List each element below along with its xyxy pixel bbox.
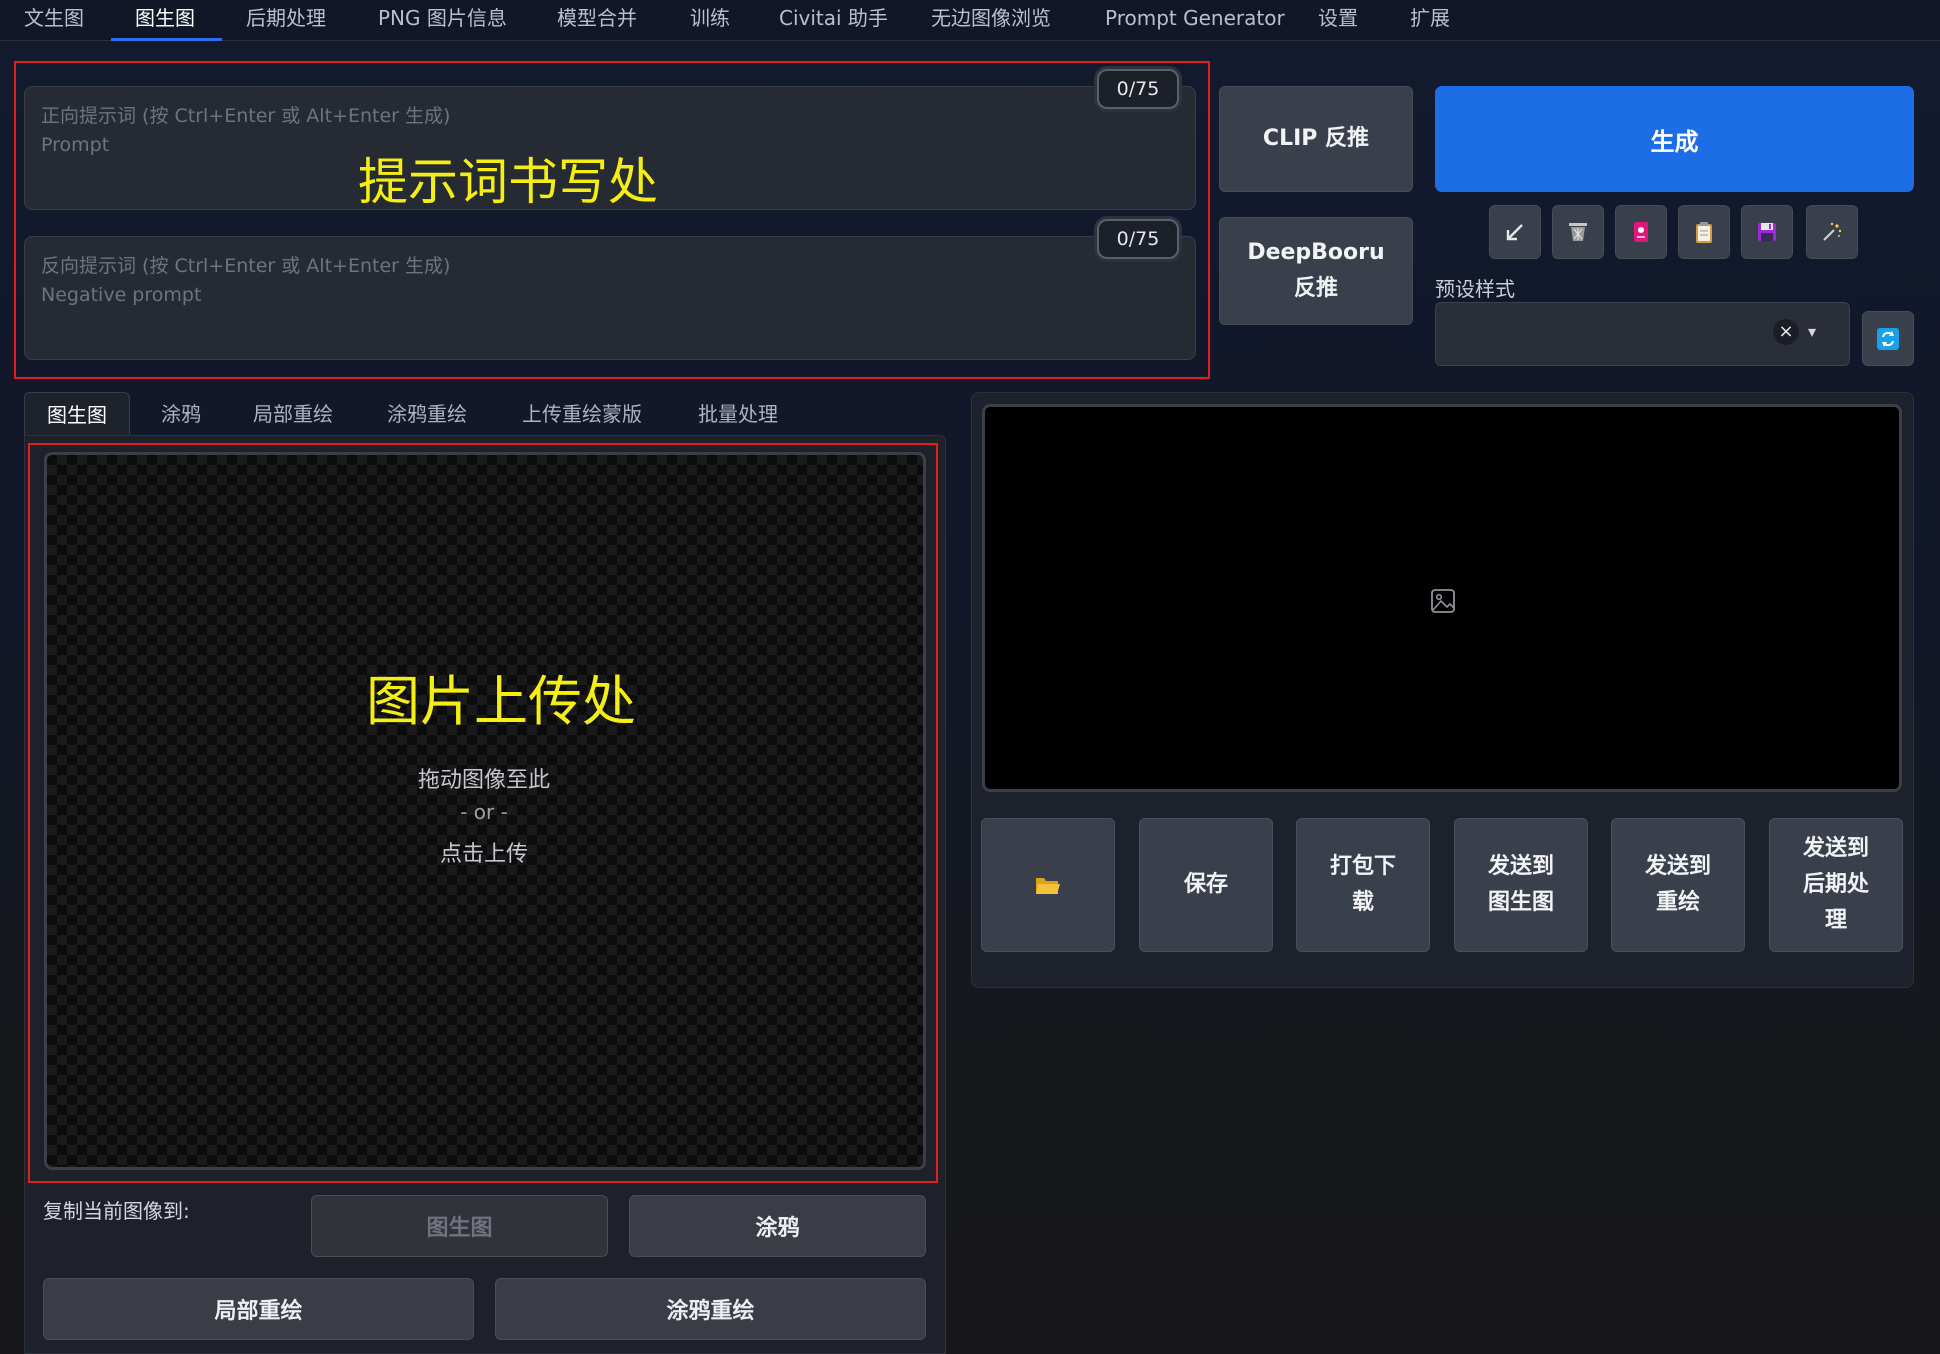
negative-prompt-placeholder-en: Negative prompt <box>41 284 202 306</box>
tab-settings[interactable]: 设置 <box>1318 0 1358 38</box>
save-style-button[interactable] <box>1741 205 1793 259</box>
negative-prompt-input[interactable]: 反向提示词 (按 Ctrl+Enter 或 Alt+Enter 生成) Nega… <box>24 236 1196 360</box>
subtab-inpaint-upload[interactable]: 上传重绘蒙版 <box>522 392 642 436</box>
negative-token-counter: 0/75 <box>1097 219 1179 259</box>
save-button[interactable]: 保存 <box>1139 818 1273 952</box>
send-extras-line3: 理 <box>1824 908 1847 933</box>
clip-interrogate-label: CLIP 反推 <box>1262 126 1370 151</box>
arrow-icon <box>1506 224 1523 241</box>
apply-style-button[interactable] <box>1678 205 1730 259</box>
send-extras-line1: 发送到 <box>1802 836 1869 861</box>
zip-download-button[interactable]: 打包下 载 <box>1296 818 1430 952</box>
upload-drag-text: 拖动图像至此 <box>417 768 550 793</box>
deepbooru-label-line2: 反推 <box>1293 276 1338 301</box>
copy-to-sketch-button[interactable]: 涂鸦 <box>629 1195 926 1257</box>
tab-prompt-generator[interactable]: Prompt Generator <box>1105 0 1285 38</box>
tab-txt2img[interactable]: 文生图 <box>24 0 84 38</box>
tab-model-merge[interactable]: 模型合并 <box>557 0 637 38</box>
tab-extensions[interactable]: 扩展 <box>1410 0 1450 38</box>
top-nav: 文生图 图生图 后期处理 PNG 图片信息 模型合并 训练 Civitai 助手… <box>0 0 1940 41</box>
tab-png-info[interactable]: PNG 图片信息 <box>378 0 507 38</box>
send-inpaint-line1: 发送到 <box>1644 854 1711 879</box>
clear-prompt-button[interactable] <box>1552 205 1604 259</box>
subtab-batch[interactable]: 批量处理 <box>698 392 778 436</box>
card-icon <box>1634 222 1648 242</box>
trash-icon <box>1569 223 1587 241</box>
upload-click-text: 点击上传 <box>439 842 528 867</box>
output-gallery[interactable] <box>982 404 1902 792</box>
tab-civitai-helper[interactable]: Civitai 助手 <box>779 0 888 38</box>
image-placeholder-icon <box>1431 589 1455 613</box>
styles-label: 预设样式 <box>1435 277 1515 301</box>
copy-to-img2img-button[interactable]: 图生图 <box>311 1195 608 1257</box>
refresh-styles-button[interactable] <box>1862 311 1914 366</box>
copy-to-img2img-label: 图生图 <box>426 1216 493 1241</box>
copy-to-inpaint-label: 局部重绘 <box>214 1299 303 1324</box>
copy-to-label: 复制当前图像到: <box>43 1199 190 1223</box>
copy-to-inpaint-sketch-button[interactable]: 涂鸦重绘 <box>495 1278 926 1340</box>
generate-button[interactable]: 生成 <box>1435 86 1914 192</box>
img2img-mode-tabs: 图生图 涂鸦 局部重绘 涂鸦重绘 上传重绘蒙版 批量处理 <box>24 392 946 436</box>
zip-label-line2: 载 <box>1351 890 1374 915</box>
zip-label-line1: 打包下 <box>1329 854 1396 879</box>
positive-token-counter: 0/75 <box>1097 69 1179 109</box>
extra-networks-button[interactable] <box>1615 205 1667 259</box>
send-img2img-line1: 发送到 <box>1487 854 1554 879</box>
send-inpaint-line2: 重绘 <box>1655 890 1700 915</box>
send-to-extras-button[interactable]: 发送到 后期处 理 <box>1769 818 1903 952</box>
generate-label: 生成 <box>1650 127 1699 156</box>
upload-annotation: 图片上传处 <box>366 670 636 733</box>
active-tab-indicator <box>111 38 222 41</box>
clip-interrogate-button[interactable]: CLIP 反推 <box>1219 86 1413 192</box>
send-img2img-line2: 图生图 <box>1487 890 1554 915</box>
deepbooru-label-line1: DeepBooru <box>1247 240 1385 265</box>
save-icon <box>1758 223 1776 241</box>
refresh-icon <box>1877 327 1899 350</box>
restore-progress-button[interactable] <box>1806 205 1858 259</box>
send-to-inpaint-button[interactable]: 发送到 重绘 <box>1611 818 1745 952</box>
copy-to-inpaint-button[interactable]: 局部重绘 <box>43 1278 474 1340</box>
folder-icon <box>1036 878 1060 894</box>
copy-to-inpaint-sketch-label: 涂鸦重绘 <box>666 1299 755 1324</box>
chevron-down-icon[interactable]: ▾ <box>1808 319 1816 345</box>
tab-image-browser[interactable]: 无边图像浏览 <box>931 0 1051 38</box>
send-extras-line2: 后期处 <box>1802 872 1869 897</box>
magic-icon <box>1823 222 1842 241</box>
subtab-img2img[interactable]: 图生图 <box>24 392 130 436</box>
save-label: 保存 <box>1183 872 1228 897</box>
upload-or-text: - or - <box>460 800 508 824</box>
negative-prompt-placeholder: 反向提示词 (按 Ctrl+Enter 或 Alt+Enter 生成) <box>41 255 451 277</box>
clipboard-icon <box>1696 222 1712 243</box>
send-to-img2img-button[interactable]: 发送到 图生图 <box>1454 818 1588 952</box>
read-params-button[interactable] <box>1489 205 1541 259</box>
clear-styles-icon[interactable]: × <box>1773 319 1799 345</box>
positive-prompt-placeholder: 正向提示词 (按 Ctrl+Enter 或 Alt+Enter 生成) <box>41 105 451 127</box>
copy-to-sketch-label: 涂鸦 <box>755 1216 800 1241</box>
positive-prompt-placeholder-en: Prompt <box>41 134 110 156</box>
subtab-inpaint[interactable]: 局部重绘 <box>253 392 333 436</box>
subtab-inpaint-sketch[interactable]: 涂鸦重绘 <box>387 392 467 436</box>
open-folder-button[interactable] <box>981 818 1115 952</box>
styles-dropdown[interactable]: × ▾ <box>1435 302 1850 366</box>
prompt-annotation: 提示词书写处 <box>358 153 658 211</box>
deepbooru-interrogate-button[interactable]: DeepBooru 反推 <box>1219 217 1413 325</box>
tab-img2img[interactable]: 图生图 <box>135 0 195 38</box>
tab-train[interactable]: 训练 <box>690 0 730 38</box>
subtab-sketch[interactable]: 涂鸦 <box>161 392 201 436</box>
tab-extras[interactable]: 后期处理 <box>246 0 326 38</box>
